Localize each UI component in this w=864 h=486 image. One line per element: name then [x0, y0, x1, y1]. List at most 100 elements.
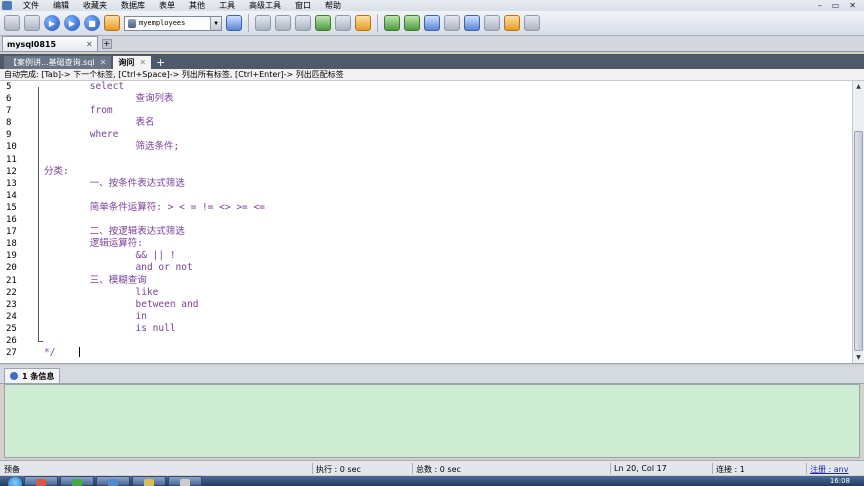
- menu-tools[interactable]: 工具: [212, 0, 242, 11]
- taskbar-app-button[interactable]: [96, 476, 130, 486]
- close-button[interactable]: ✕: [849, 1, 856, 10]
- code-text[interactable]: between and: [26, 299, 199, 311]
- code-line[interactable]: 5 select: [0, 81, 850, 93]
- menu-table[interactable]: 表单: [152, 0, 182, 11]
- schema-designer-icon[interactable]: [355, 15, 371, 31]
- scheduler-icon[interactable]: [444, 15, 460, 31]
- query-tab-active[interactable]: 询问 ✕: [113, 56, 152, 69]
- scrollbar-thumb[interactable]: [854, 131, 863, 351]
- code-text[interactable]: and or not: [26, 262, 193, 274]
- menu-database[interactable]: 数据库: [114, 0, 152, 11]
- menu-window[interactable]: 窗口: [288, 0, 318, 11]
- sync-icon[interactable]: [384, 15, 400, 31]
- code-text[interactable]: 一、按条件表达式筛选: [26, 178, 185, 190]
- close-icon[interactable]: ✕: [86, 40, 93, 49]
- close-icon[interactable]: ✕: [139, 58, 146, 67]
- code-text[interactable]: 简单条件运算符: > < = != <> >= <=: [26, 202, 265, 214]
- restore-button[interactable]: ▭: [832, 1, 840, 10]
- database-selector[interactable]: myemployees ▼: [124, 15, 222, 31]
- scroll-up-icon[interactable]: ▲: [853, 81, 864, 92]
- code-line[interactable]: 15 简单条件运算符: > < = != <> >= <=: [0, 202, 850, 214]
- close-icon[interactable]: ✕: [100, 58, 107, 67]
- code-line[interactable]: 22 like: [0, 287, 850, 299]
- code-line[interactable]: 14: [0, 190, 850, 202]
- code-text[interactable]: 逻辑运算符:: [26, 238, 143, 250]
- backup-icon[interactable]: [255, 15, 271, 31]
- code-line[interactable]: 8 表名: [0, 117, 850, 129]
- code-text[interactable]: 分类:: [26, 166, 69, 178]
- code-text[interactable]: like: [26, 287, 159, 299]
- connection-manager-icon[interactable]: [24, 15, 40, 31]
- add-query-tab-button[interactable]: +: [153, 56, 168, 69]
- scroll-down-icon[interactable]: ▼: [853, 352, 864, 363]
- code-text[interactable]: [26, 154, 44, 166]
- code-line[interactable]: 20 and or not: [0, 262, 850, 274]
- menu-other[interactable]: 其他: [182, 0, 212, 11]
- taskbar-app-button[interactable]: [60, 476, 94, 486]
- menu-advanced-tools[interactable]: 高级工具: [242, 0, 288, 11]
- query-builder-icon[interactable]: [104, 15, 120, 31]
- code-line[interactable]: 6 查询列表: [0, 93, 850, 105]
- code-line[interactable]: 24 in: [0, 311, 850, 323]
- code-line[interactable]: 21 三、模糊查询: [0, 275, 850, 287]
- code-text[interactable]: is null: [26, 323, 176, 335]
- code-line[interactable]: 16: [0, 214, 850, 226]
- code-line[interactable]: 17 二、按逻辑表达式筛选: [0, 226, 850, 238]
- registration-link[interactable]: 注册 : anv: [810, 464, 849, 475]
- code-text[interactable]: [26, 214, 44, 226]
- export-icon[interactable]: [315, 15, 331, 31]
- taskbar-app-button[interactable]: [132, 476, 166, 486]
- data-sync-icon[interactable]: [404, 15, 420, 31]
- code-text[interactable]: in: [26, 311, 147, 323]
- minimize-button[interactable]: –: [818, 1, 822, 10]
- code-line[interactable]: 11: [0, 154, 850, 166]
- code-text[interactable]: 二、按逻辑表达式筛选: [26, 226, 185, 238]
- code-text[interactable]: && || !: [26, 250, 176, 262]
- code-text[interactable]: from: [26, 105, 113, 117]
- code-text[interactable]: 筛选条件;: [26, 141, 180, 153]
- menu-edit[interactable]: 编辑: [46, 0, 76, 11]
- code-line[interactable]: 25 is null: [0, 323, 850, 335]
- code-text[interactable]: 表名: [26, 117, 155, 129]
- user-manager-icon[interactable]: [226, 15, 242, 31]
- messages-tab[interactable]: 1 条信息: [4, 368, 61, 383]
- query-tab-file[interactable]: 【案例讲...基础查询.sql ✕: [4, 56, 112, 69]
- code-line[interactable]: 9 where: [0, 129, 850, 141]
- import-icon[interactable]: [295, 15, 311, 31]
- code-line[interactable]: 18 逻辑运算符:: [0, 238, 850, 250]
- notifications-icon[interactable]: [504, 15, 520, 31]
- sql-editor[interactable]: 5 select 6 查询列表 7 from 8 表名 9 where 10 筛选条件; 1…: [0, 81, 864, 364]
- connection-tab[interactable]: mysql0815 ✕: [2, 36, 98, 51]
- code-text[interactable]: select: [26, 81, 124, 93]
- execute-query-icon[interactable]: ▶: [44, 15, 60, 31]
- compare-icon[interactable]: [424, 15, 440, 31]
- editor-vertical-scrollbar[interactable]: ▲ ▼: [852, 81, 864, 363]
- taskbar-app-button[interactable]: [168, 476, 202, 486]
- code-line[interactable]: 27 */: [0, 347, 850, 359]
- stop-query-icon[interactable]: ■: [84, 15, 100, 31]
- code-line[interactable]: 10 筛选条件;: [0, 141, 850, 153]
- menu-favorites[interactable]: 收藏夹: [76, 0, 114, 11]
- options-icon[interactable]: [524, 15, 540, 31]
- code-line[interactable]: 23 between and: [0, 299, 850, 311]
- menu-file[interactable]: 文件: [16, 0, 46, 11]
- code-text[interactable]: where: [26, 129, 119, 141]
- code-text[interactable]: 三、模糊查询: [26, 275, 147, 287]
- menu-help[interactable]: 帮助: [318, 0, 348, 11]
- table-data-icon[interactable]: [335, 15, 351, 31]
- code-line[interactable]: 19 && || !: [0, 250, 850, 262]
- code-line[interactable]: 12 分类:: [0, 166, 850, 178]
- code-line[interactable]: 26: [0, 335, 850, 347]
- code-line[interactable]: 13 一、按条件表达式筛选: [0, 178, 850, 190]
- execute-all-icon[interactable]: ▶: [64, 15, 80, 31]
- chevron-down-icon[interactable]: ▼: [210, 16, 221, 30]
- new-connection-icon[interactable]: [4, 15, 20, 31]
- code-line[interactable]: 7 from: [0, 105, 850, 117]
- code-area[interactable]: 5 select 6 查询列表 7 from 8 表名 9 where 10 筛选条件; 1…: [0, 81, 850, 359]
- query-profiler-icon[interactable]: [464, 15, 480, 31]
- code-text[interactable]: */: [26, 347, 55, 359]
- start-button[interactable]: [8, 477, 22, 486]
- add-connection-tab-button[interactable]: +: [101, 39, 112, 49]
- code-text[interactable]: [26, 190, 44, 202]
- restore-icon[interactable]: [275, 15, 291, 31]
